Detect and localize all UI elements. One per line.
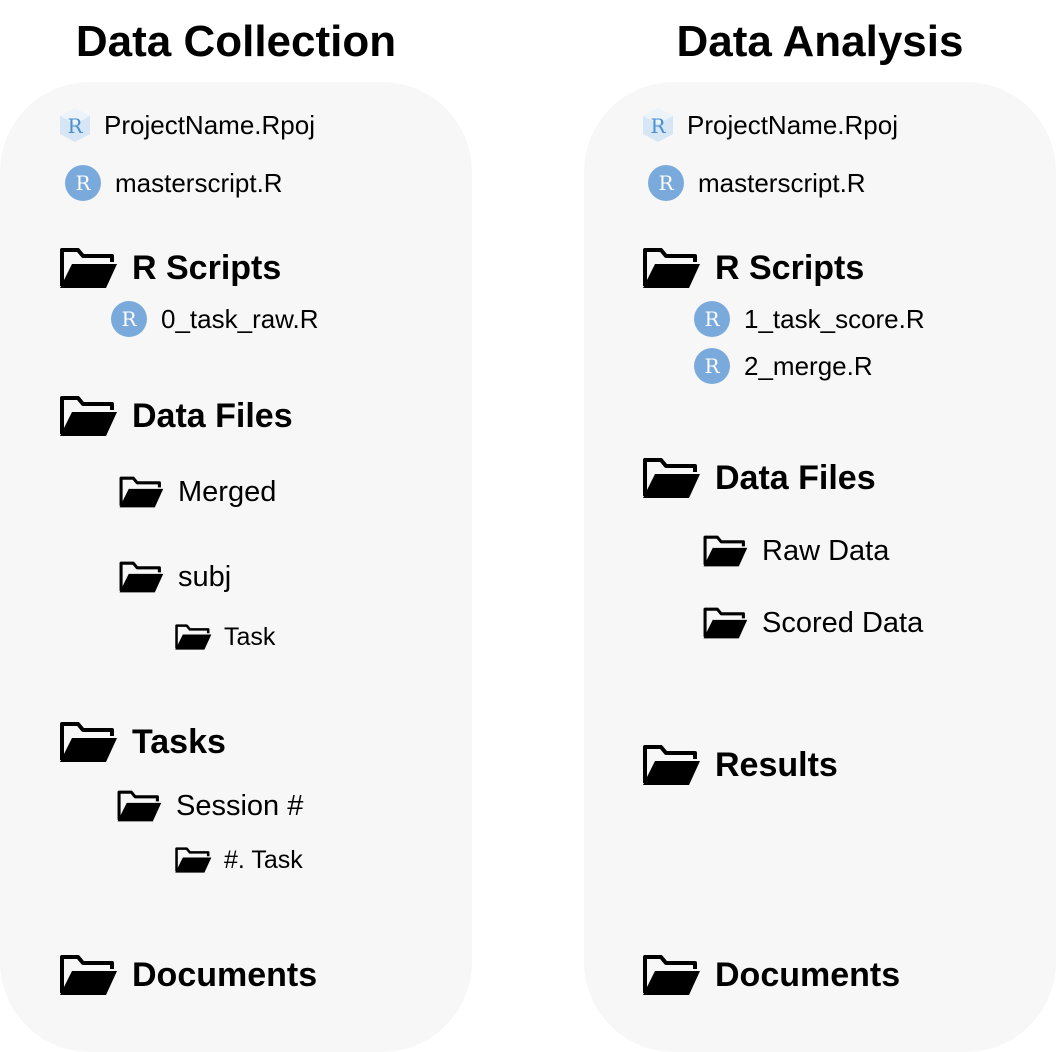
r-script-icon: R: [694, 348, 730, 384]
folder-label: R Scripts: [715, 249, 865, 287]
folder-label: Raw Data: [762, 534, 890, 567]
folder-results[interactable]: Results: [641, 745, 838, 785]
r-script-icon: R: [111, 301, 147, 337]
folder-open-icon: [703, 607, 748, 639]
folder-open-icon: [703, 535, 748, 567]
master-script-file[interactable]: R masterscript.R: [65, 163, 283, 203]
folder-merged[interactable]: Merged: [118, 472, 276, 512]
project-file-label: ProjectName.Rpoj: [687, 110, 898, 140]
project-file[interactable]: R ProjectName.Rpoj: [641, 105, 898, 145]
r-script-icon: R: [694, 301, 730, 337]
folder-data-files[interactable]: Data Files: [641, 458, 876, 498]
project-file-label: ProjectName.Rpoj: [104, 110, 315, 140]
folder-open-icon: [60, 955, 117, 995]
folder-label: Documents: [715, 956, 901, 994]
r-script-file[interactable]: R 1_task_score.R: [694, 299, 925, 339]
folder-label: Data Files: [715, 459, 876, 497]
folder-r-scripts[interactable]: R Scripts: [641, 248, 864, 288]
folder-label: Data Files: [132, 397, 293, 435]
folder-subj[interactable]: subj: [118, 557, 231, 597]
folder-r-scripts[interactable]: R Scripts: [58, 248, 281, 288]
folder-open-icon: [119, 561, 164, 593]
folder-label: Tasks: [132, 723, 226, 761]
folder-open-icon: [60, 722, 117, 762]
folder-open-icon: [175, 624, 212, 650]
r-script-label: 0_task_raw.R: [161, 304, 319, 334]
master-script-file[interactable]: R masterscript.R: [648, 163, 866, 203]
folder-open-icon: [643, 745, 700, 785]
folder-open-icon: [643, 955, 700, 995]
folder-label: #. Task: [224, 845, 303, 874]
folder-label: Task: [224, 622, 276, 651]
folder-label: Scored Data: [762, 606, 924, 639]
folder-open-icon: [60, 396, 117, 436]
folder-tasks[interactable]: Tasks: [58, 722, 226, 762]
master-script-label: masterscript.R: [698, 168, 866, 198]
r-script-icon: R: [65, 165, 101, 201]
folder-label: Results: [715, 746, 838, 784]
folder-task[interactable]: Task: [174, 617, 275, 657]
folder-label: subj: [178, 560, 232, 593]
master-script-label: masterscript.R: [115, 168, 283, 198]
left-column-title: Data Collection: [75, 17, 397, 66]
folder-open-icon: [60, 248, 117, 288]
folder-label: Session #: [176, 789, 304, 822]
r-script-label: 2_merge.R: [744, 351, 873, 381]
r-script-icon: R: [648, 165, 684, 201]
folder-label: Merged: [178, 475, 277, 508]
r-project-icon: R: [641, 107, 675, 143]
r-script-file[interactable]: R 2_merge.R: [694, 346, 873, 386]
data-collection-panel: [0, 82, 472, 1052]
folder-documents[interactable]: Documents: [641, 955, 900, 995]
folder-open-icon: [117, 790, 162, 822]
folder-raw-data[interactable]: Raw Data: [702, 531, 889, 571]
r-script-file[interactable]: R 0_task_raw.R: [111, 299, 319, 339]
r-project-icon: R: [58, 107, 92, 143]
right-column-title: Data Analysis: [676, 17, 964, 66]
folder-open-icon: [643, 458, 700, 498]
svg-text:R: R: [67, 114, 83, 138]
folder-documents[interactable]: Documents: [58, 955, 317, 995]
folder-session[interactable]: Session #: [116, 786, 303, 826]
svg-text:R: R: [650, 114, 666, 138]
project-file[interactable]: R ProjectName.Rpoj: [58, 105, 315, 145]
folder-label: R Scripts: [132, 249, 282, 287]
folder-open-icon: [119, 476, 164, 508]
folder-data-files[interactable]: Data Files: [58, 396, 293, 436]
folder-open-icon: [175, 847, 212, 873]
folder-label: Documents: [132, 956, 318, 994]
r-script-label: 1_task_score.R: [744, 304, 925, 334]
folder-session-task[interactable]: #. Task: [174, 840, 303, 880]
folder-open-icon: [643, 248, 700, 288]
folder-scored-data[interactable]: Scored Data: [702, 603, 923, 643]
